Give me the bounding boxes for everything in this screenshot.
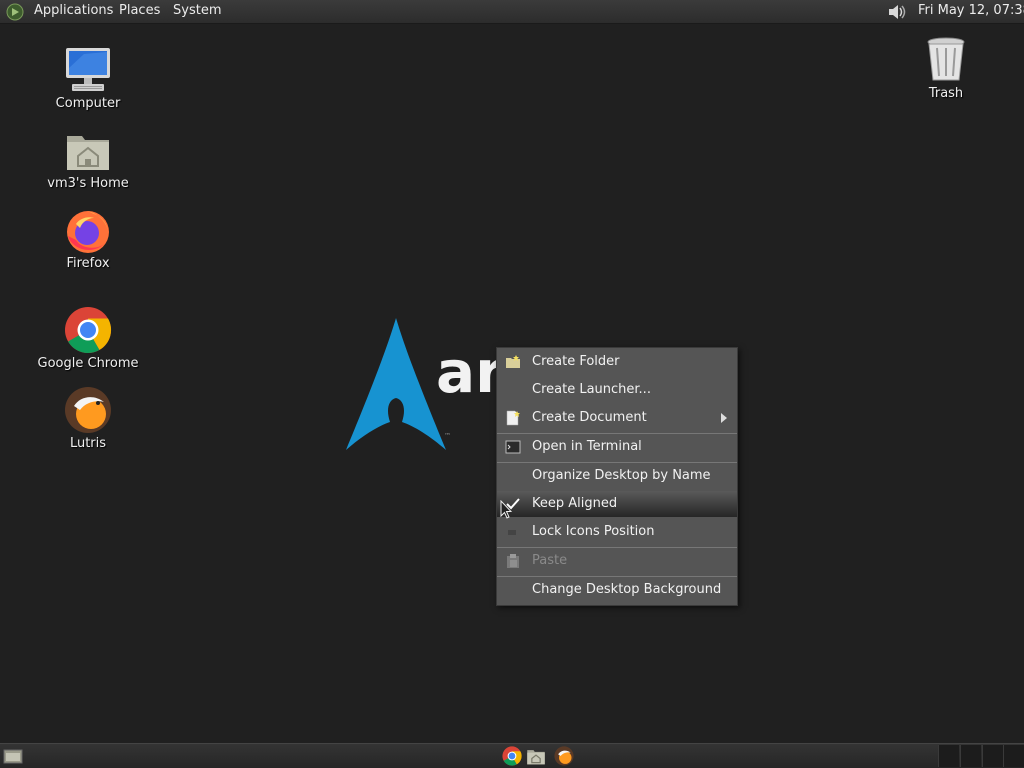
home-folder-icon: [67, 136, 109, 170]
terminal-icon: [505, 440, 521, 454]
menu-item-organize-by-name[interactable]: Organize Desktop by Name: [497, 463, 737, 489]
desktop-icon-label: Google Chrome: [37, 356, 139, 371]
desktop-icon-label: Firefox: [66, 256, 110, 271]
menu-item-create-folder[interactable]: Create Folder: [497, 349, 737, 375]
bottom-panel: [0, 743, 1024, 768]
show-desktop-icon[interactable]: [3, 748, 23, 764]
submenu-arrow-icon: [721, 413, 727, 423]
firefox-icon: [67, 211, 109, 253]
unchecked-box-icon: [508, 530, 516, 535]
top-panel: Applications Places System Fri May 12, 0…: [0, 0, 1024, 24]
desktop-icon-label: Lutris: [69, 436, 107, 451]
trademark-mark: ™: [444, 432, 451, 440]
system-menu[interactable]: System: [173, 3, 221, 18]
workspace-switcher-2[interactable]: [960, 745, 981, 767]
paste-icon: [507, 554, 519, 568]
computer-icon: [66, 48, 110, 91]
menu-item-create-document[interactable]: Create Document: [497, 405, 737, 431]
volume-icon[interactable]: [886, 2, 908, 22]
workspace-switcher-4[interactable]: [1003, 745, 1024, 767]
desktop-context-menu: Create Folder Create Launcher... Create …: [496, 347, 738, 606]
menu-item-change-background[interactable]: Change Desktop Background: [497, 577, 737, 603]
applications-menu[interactable]: Applications: [34, 3, 113, 18]
chrome-icon: [65, 307, 112, 353]
menu-item-lock-icons-position[interactable]: Lock Icons Position: [497, 519, 737, 545]
workspace-switcher-1[interactable]: [938, 745, 959, 767]
menu-item-paste[interactable]: Paste: [497, 548, 737, 574]
workspace-switcher-3[interactable]: [982, 745, 1003, 767]
menu-item-keep-aligned[interactable]: Keep Aligned: [497, 491, 737, 517]
folder-new-icon: [506, 355, 520, 368]
desktop-icon-label: Computer: [55, 96, 121, 111]
taskbar-home-folder-icon[interactable]: [526, 746, 546, 766]
taskbar-chrome-icon[interactable]: [502, 746, 522, 766]
menu-item-open-terminal[interactable]: Open in Terminal: [497, 434, 737, 460]
mouse-pointer-icon: [500, 500, 512, 519]
mate-logo-icon[interactable]: [6, 3, 24, 21]
document-new-icon: [506, 410, 520, 426]
menu-item-create-launcher[interactable]: Create Launcher...: [497, 377, 737, 403]
trash-icon: [927, 37, 965, 81]
lutris-icon: [65, 387, 111, 433]
desktop-icon-label: Trash: [928, 86, 964, 101]
taskbar-lutris-icon[interactable]: [554, 746, 574, 766]
places-menu[interactable]: Places: [119, 3, 160, 18]
clock[interactable]: Fri May 12, 07:38: [918, 3, 1024, 18]
desktop-icon-label: vm3's Home: [47, 176, 129, 191]
